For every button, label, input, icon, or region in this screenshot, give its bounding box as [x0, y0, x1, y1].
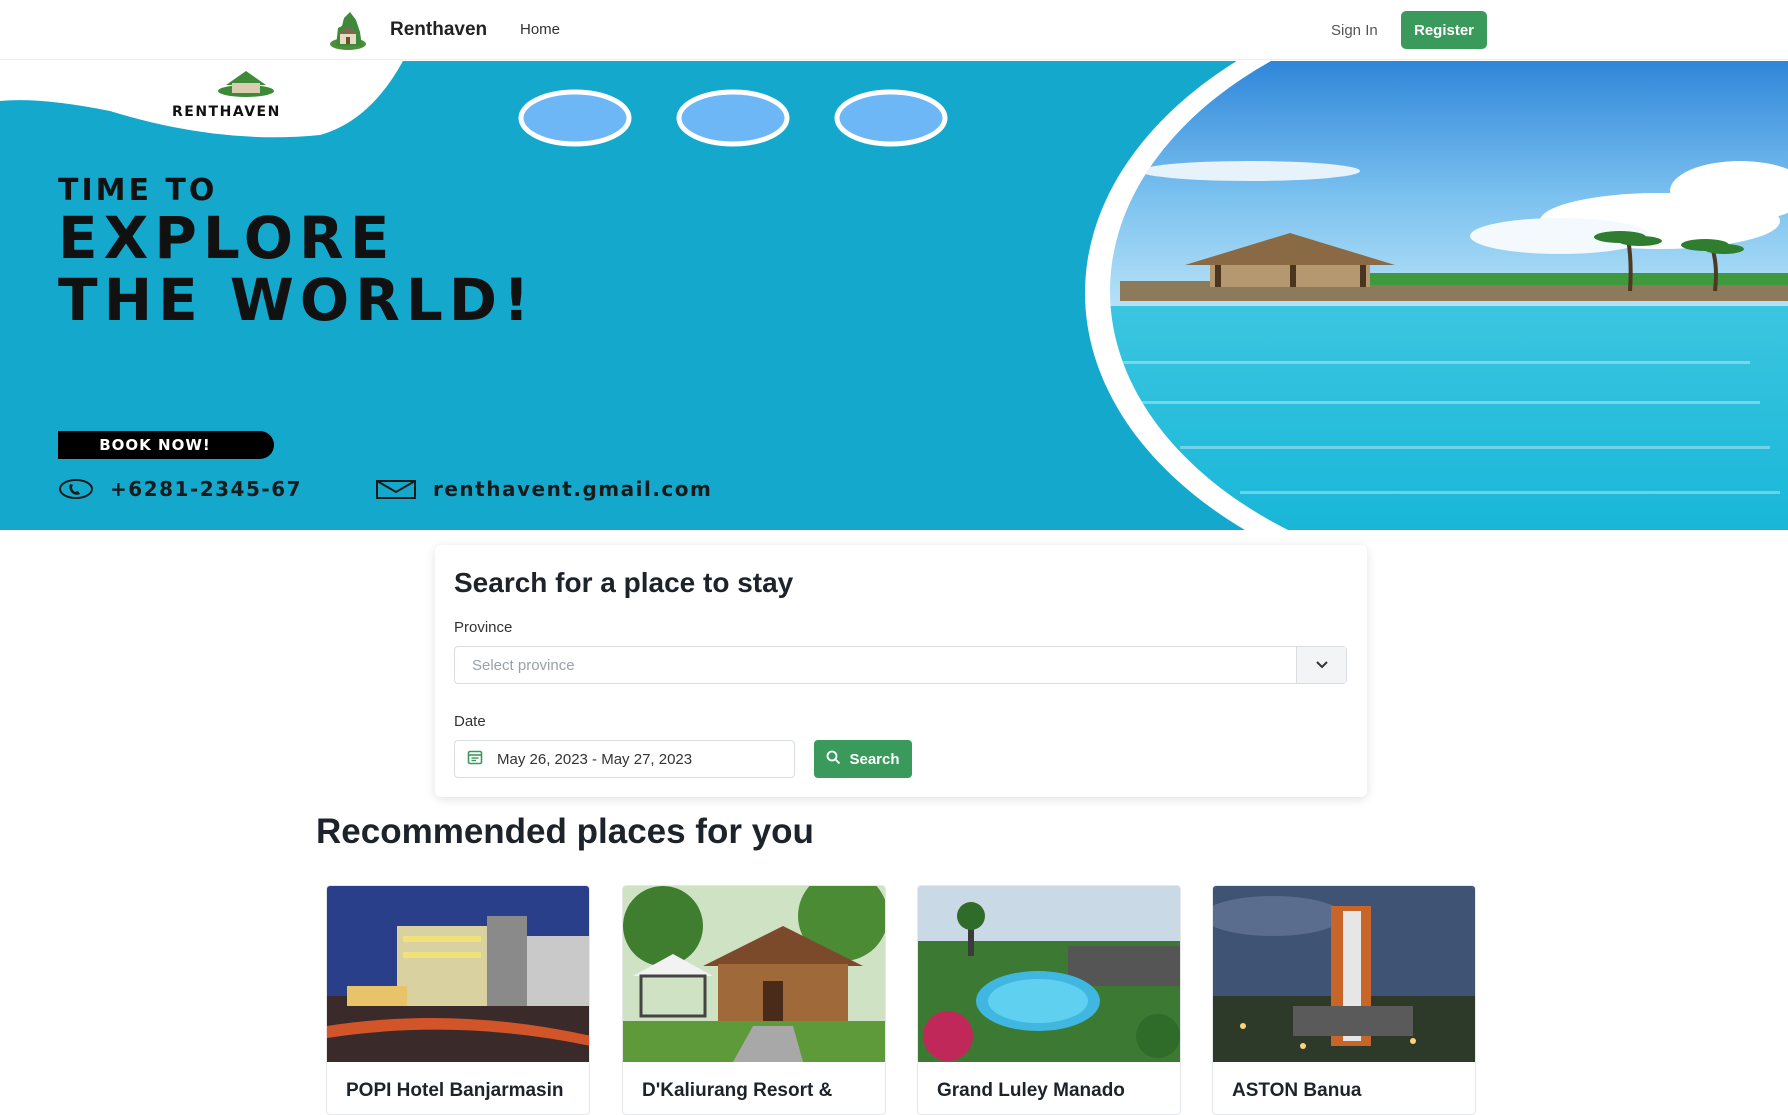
place-name: POPI Hotel Banjarmasin [346, 1080, 564, 1101]
place-photo [327, 886, 589, 1062]
calendar-icon [467, 749, 483, 770]
headline-line2: EXPLORE [58, 204, 396, 272]
province-label: Province [454, 619, 513, 636]
book-now-badge: BOOK NOW! [58, 431, 274, 459]
chevron-down-icon[interactable] [1296, 647, 1346, 683]
place-name: ASTON Banua [1232, 1080, 1362, 1101]
hero-banner[interactable]: RENTHAVEN TIME TO EXPLORE THE WORLD! BOO… [0, 61, 1788, 530]
date-range-value: May 26, 2023 - May 27, 2023 [497, 750, 693, 768]
place-card[interactable]: D'Kaliurang Resort & [622, 885, 886, 1115]
place-photo [1213, 886, 1475, 1062]
envelope-icon [375, 478, 417, 500]
navbar: Renthaven Home Sign In Register [0, 0, 1788, 60]
nav-home-link[interactable]: Home [520, 21, 560, 38]
place-photo [623, 886, 885, 1062]
recommended-title: Recommended places for you [316, 812, 814, 851]
contact-phone: +6281-2345-67 [58, 477, 302, 501]
phone-icon [58, 478, 94, 500]
banner-logo-text: RENTHAVEN [172, 104, 281, 120]
place-card[interactable]: POPI Hotel Banjarmasin [326, 885, 590, 1115]
place-card[interactable]: ASTON Banua [1212, 885, 1476, 1115]
date-label: Date [454, 713, 486, 730]
date-range-input[interactable]: May 26, 2023 - May 27, 2023 [454, 740, 795, 778]
province-select[interactable]: Select province [454, 646, 1347, 684]
contact-phone-text: +6281-2345-67 [110, 477, 303, 501]
brand[interactable]: Renthaven [326, 8, 487, 52]
province-placeholder: Select province [472, 657, 575, 674]
sign-in-link[interactable]: Sign In [1331, 22, 1378, 39]
headline-line3: THE WORLD! [58, 266, 536, 334]
contact-email: renthavent.gmail.com [375, 477, 712, 501]
search-card: Search for a place to stay Province Sele… [435, 545, 1367, 797]
place-name: D'Kaliurang Resort & [642, 1080, 833, 1101]
search-button-label: Search [849, 750, 900, 768]
contact-email-text: renthavent.gmail.com [433, 477, 713, 501]
search-title: Search for a place to stay [454, 567, 794, 598]
headline-line1: TIME TO [58, 173, 218, 208]
register-button[interactable]: Register [1401, 11, 1487, 49]
place-photo [918, 886, 1180, 1062]
house-logo-icon [330, 12, 366, 50]
search-icon [826, 750, 841, 769]
place-name: Grand Luley Manado [937, 1080, 1125, 1101]
place-card[interactable]: Grand Luley Manado [917, 885, 1181, 1115]
headline-main: EXPLORE THE WORLD! [58, 207, 535, 331]
brand-name: Renthaven [390, 19, 488, 40]
search-button[interactable]: Search [814, 740, 912, 778]
